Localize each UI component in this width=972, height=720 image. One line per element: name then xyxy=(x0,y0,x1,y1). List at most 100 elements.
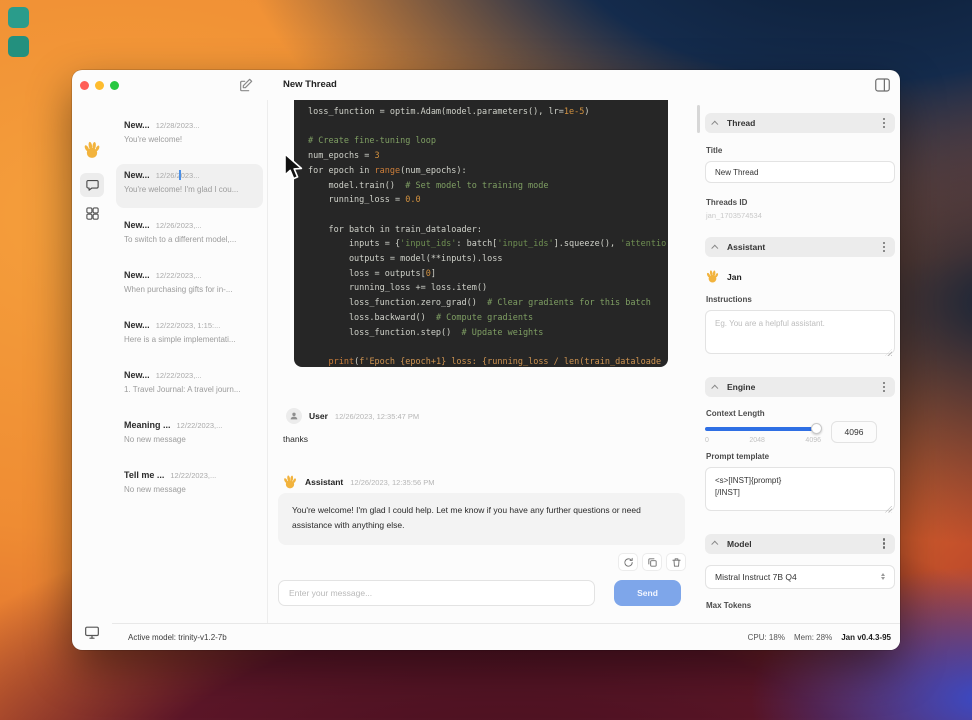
section-header-assistant[interactable]: Assistant xyxy=(705,237,895,257)
thread-preview: 1. Travel Journal: A travel journ... xyxy=(124,385,241,394)
thread-list: New... 12/28/2023... You're welcome! New… xyxy=(112,100,268,623)
settings-panel: Thread Title Threads ID jan_1703574534 A… xyxy=(705,100,895,623)
thread-list-item[interactable]: New... 12/28/2023... You're welcome! xyxy=(116,114,263,158)
thread-preview: To switch to a different model,... xyxy=(124,235,237,244)
assistant-name: Jan xyxy=(727,271,742,282)
page-title: New Thread xyxy=(283,79,337,90)
thread-date: 12/26/2023,... xyxy=(155,221,202,230)
copy-icon[interactable] xyxy=(642,553,662,571)
max-tokens-label: Max Tokens xyxy=(706,600,752,610)
thread-preview: No new message xyxy=(124,435,186,444)
tick-label: 2048 xyxy=(749,436,765,444)
thread-list-item[interactable]: New... 12/26/2023... You're welcome! I'm… xyxy=(116,164,263,208)
status-bar: Active model: trinity-v1.2-7b CPU: 18% M… xyxy=(112,623,900,650)
section-header-model[interactable]: Model xyxy=(705,533,895,554)
thread-title: Tell me ... xyxy=(124,470,165,480)
chevron-up-icon xyxy=(711,244,719,252)
delete-trash-icon[interactable] xyxy=(666,553,686,571)
thread-preview: No new message xyxy=(124,485,186,494)
thread-date: 12/26/2023... xyxy=(155,170,200,180)
threads-id-value: jan_1703574534 xyxy=(706,211,762,220)
regenerate-icon[interactable] xyxy=(618,553,638,571)
assistant-message-header: Assistant 12/26/2023, 12:35:56 PM xyxy=(282,474,435,490)
kebab-menu-icon[interactable] xyxy=(882,542,885,545)
jan-logo-wave-icon xyxy=(82,140,102,160)
instructions-label: Instructions xyxy=(706,295,752,304)
desktop: New Thread New... 12/28/2023... You're w… xyxy=(0,0,972,720)
wave-icon xyxy=(707,270,719,283)
titlebar[interactable]: New Thread xyxy=(72,70,900,100)
kebab-menu-icon[interactable] xyxy=(882,385,885,389)
settings-gear-icon[interactable] xyxy=(84,648,101,650)
assistant-avatar-wave-icon xyxy=(282,474,298,490)
section-header-engine[interactable]: Engine xyxy=(705,377,895,397)
kebab-menu-icon[interactable] xyxy=(882,121,885,125)
thread-date: 12/22/2023,... xyxy=(155,271,202,280)
user-message-header: User 12/26/2023, 12:35:47 PM xyxy=(286,408,419,424)
slider-ticks: 0 2048 4096 xyxy=(705,437,821,444)
message-author: User xyxy=(309,411,328,421)
prompt-template-label: Prompt template xyxy=(706,451,770,461)
thread-title: New... xyxy=(124,120,150,130)
thread-title-input[interactable] xyxy=(705,161,895,183)
tick-label: 0 xyxy=(705,436,709,444)
icon-rail xyxy=(72,100,112,650)
thread-date: 12/22/2023,... xyxy=(155,371,202,380)
prompt-template-textarea[interactable]: <s>[INST]{prompt} [/INST] xyxy=(705,466,895,511)
desktop-accent xyxy=(8,7,29,28)
kebab-menu-icon[interactable] xyxy=(882,245,885,249)
thread-date: 12/22/2023,... xyxy=(176,421,223,430)
model-select[interactable]: Mistral Instruct 7B Q4 xyxy=(705,564,895,589)
user-message-text: thanks xyxy=(283,434,309,444)
panel-toggle-icon[interactable] xyxy=(875,78,890,92)
chevron-up-icon xyxy=(711,120,719,128)
sidebar-item-hub[interactable] xyxy=(83,204,101,222)
desktop-accent xyxy=(8,36,29,57)
sidebar-item-threads[interactable] xyxy=(80,173,104,197)
message-timestamp: 12/26/2023, 12:35:47 PM xyxy=(334,411,420,421)
thread-preview: You're welcome! xyxy=(124,135,183,144)
thread-preview: When purchasing gifts for in-... xyxy=(124,285,233,294)
thread-title: New... xyxy=(124,220,150,230)
thread-title: Meaning ... xyxy=(124,420,171,430)
thread-list-item[interactable]: New... 12/22/2023, 1:15:... Here is a si… xyxy=(116,314,263,358)
message-author: Assistant xyxy=(305,477,344,487)
send-button[interactable]: Send xyxy=(614,580,681,606)
thread-list-item[interactable]: New... 12/22/2023,... 1. Travel Journal:… xyxy=(116,364,263,408)
thread-preview: Here is a simple implementati... xyxy=(124,335,236,344)
message-actions xyxy=(618,553,686,571)
thread-list-item[interactable]: New... 12/26/2023,... To switch to a dif… xyxy=(116,214,263,258)
thread-title: New... xyxy=(124,170,150,180)
thread-date: 12/28/2023... xyxy=(155,121,200,130)
thread-date: 12/22/2023, 1:15:... xyxy=(155,321,221,330)
context-length-value[interactable]: 4096 xyxy=(831,421,877,443)
thread-list-item[interactable]: Tell me ... 12/22/2023,... No new messag… xyxy=(116,464,263,508)
context-length-slider[interactable]: 0 2048 4096 xyxy=(705,421,822,444)
active-model-status: Active model: trinity-v1.2-7b xyxy=(128,632,227,642)
section-header-thread[interactable]: Thread xyxy=(705,113,895,133)
tick-label: 4096 xyxy=(805,436,821,444)
assistant-message-text: You're welcome! I'm glad I could help. L… xyxy=(278,493,685,545)
new-thread-icon[interactable] xyxy=(238,77,254,93)
thread-list-item[interactable]: New... 12/22/2023,... When purchasing gi… xyxy=(116,264,263,308)
cpu-status: CPU: 18% xyxy=(747,632,785,642)
instructions-textarea[interactable] xyxy=(705,310,895,354)
slider-thumb[interactable] xyxy=(811,423,822,434)
zoom-button[interactable] xyxy=(110,81,119,90)
message-input[interactable] xyxy=(278,580,595,606)
thread-title: New... xyxy=(124,320,150,330)
code-block: loss_function = optim.Adam(model.paramet… xyxy=(294,100,668,367)
threads-id-label: Threads ID xyxy=(706,198,748,207)
select-stepper-icon xyxy=(881,572,885,581)
minimize-button[interactable] xyxy=(95,81,104,90)
close-button[interactable] xyxy=(80,81,89,90)
title-label: Title xyxy=(706,146,723,155)
app-version: Jan v0.4.3-95 xyxy=(841,632,891,642)
window-controls xyxy=(80,81,119,90)
chat-scrollbar[interactable] xyxy=(697,105,700,133)
user-avatar xyxy=(286,408,302,424)
system-monitor-icon[interactable] xyxy=(83,624,101,640)
thread-title: New... xyxy=(124,370,150,380)
mem-status: Mem: 28% xyxy=(793,632,833,642)
thread-list-item[interactable]: Meaning ... 12/22/2023,... No new messag… xyxy=(116,414,263,458)
